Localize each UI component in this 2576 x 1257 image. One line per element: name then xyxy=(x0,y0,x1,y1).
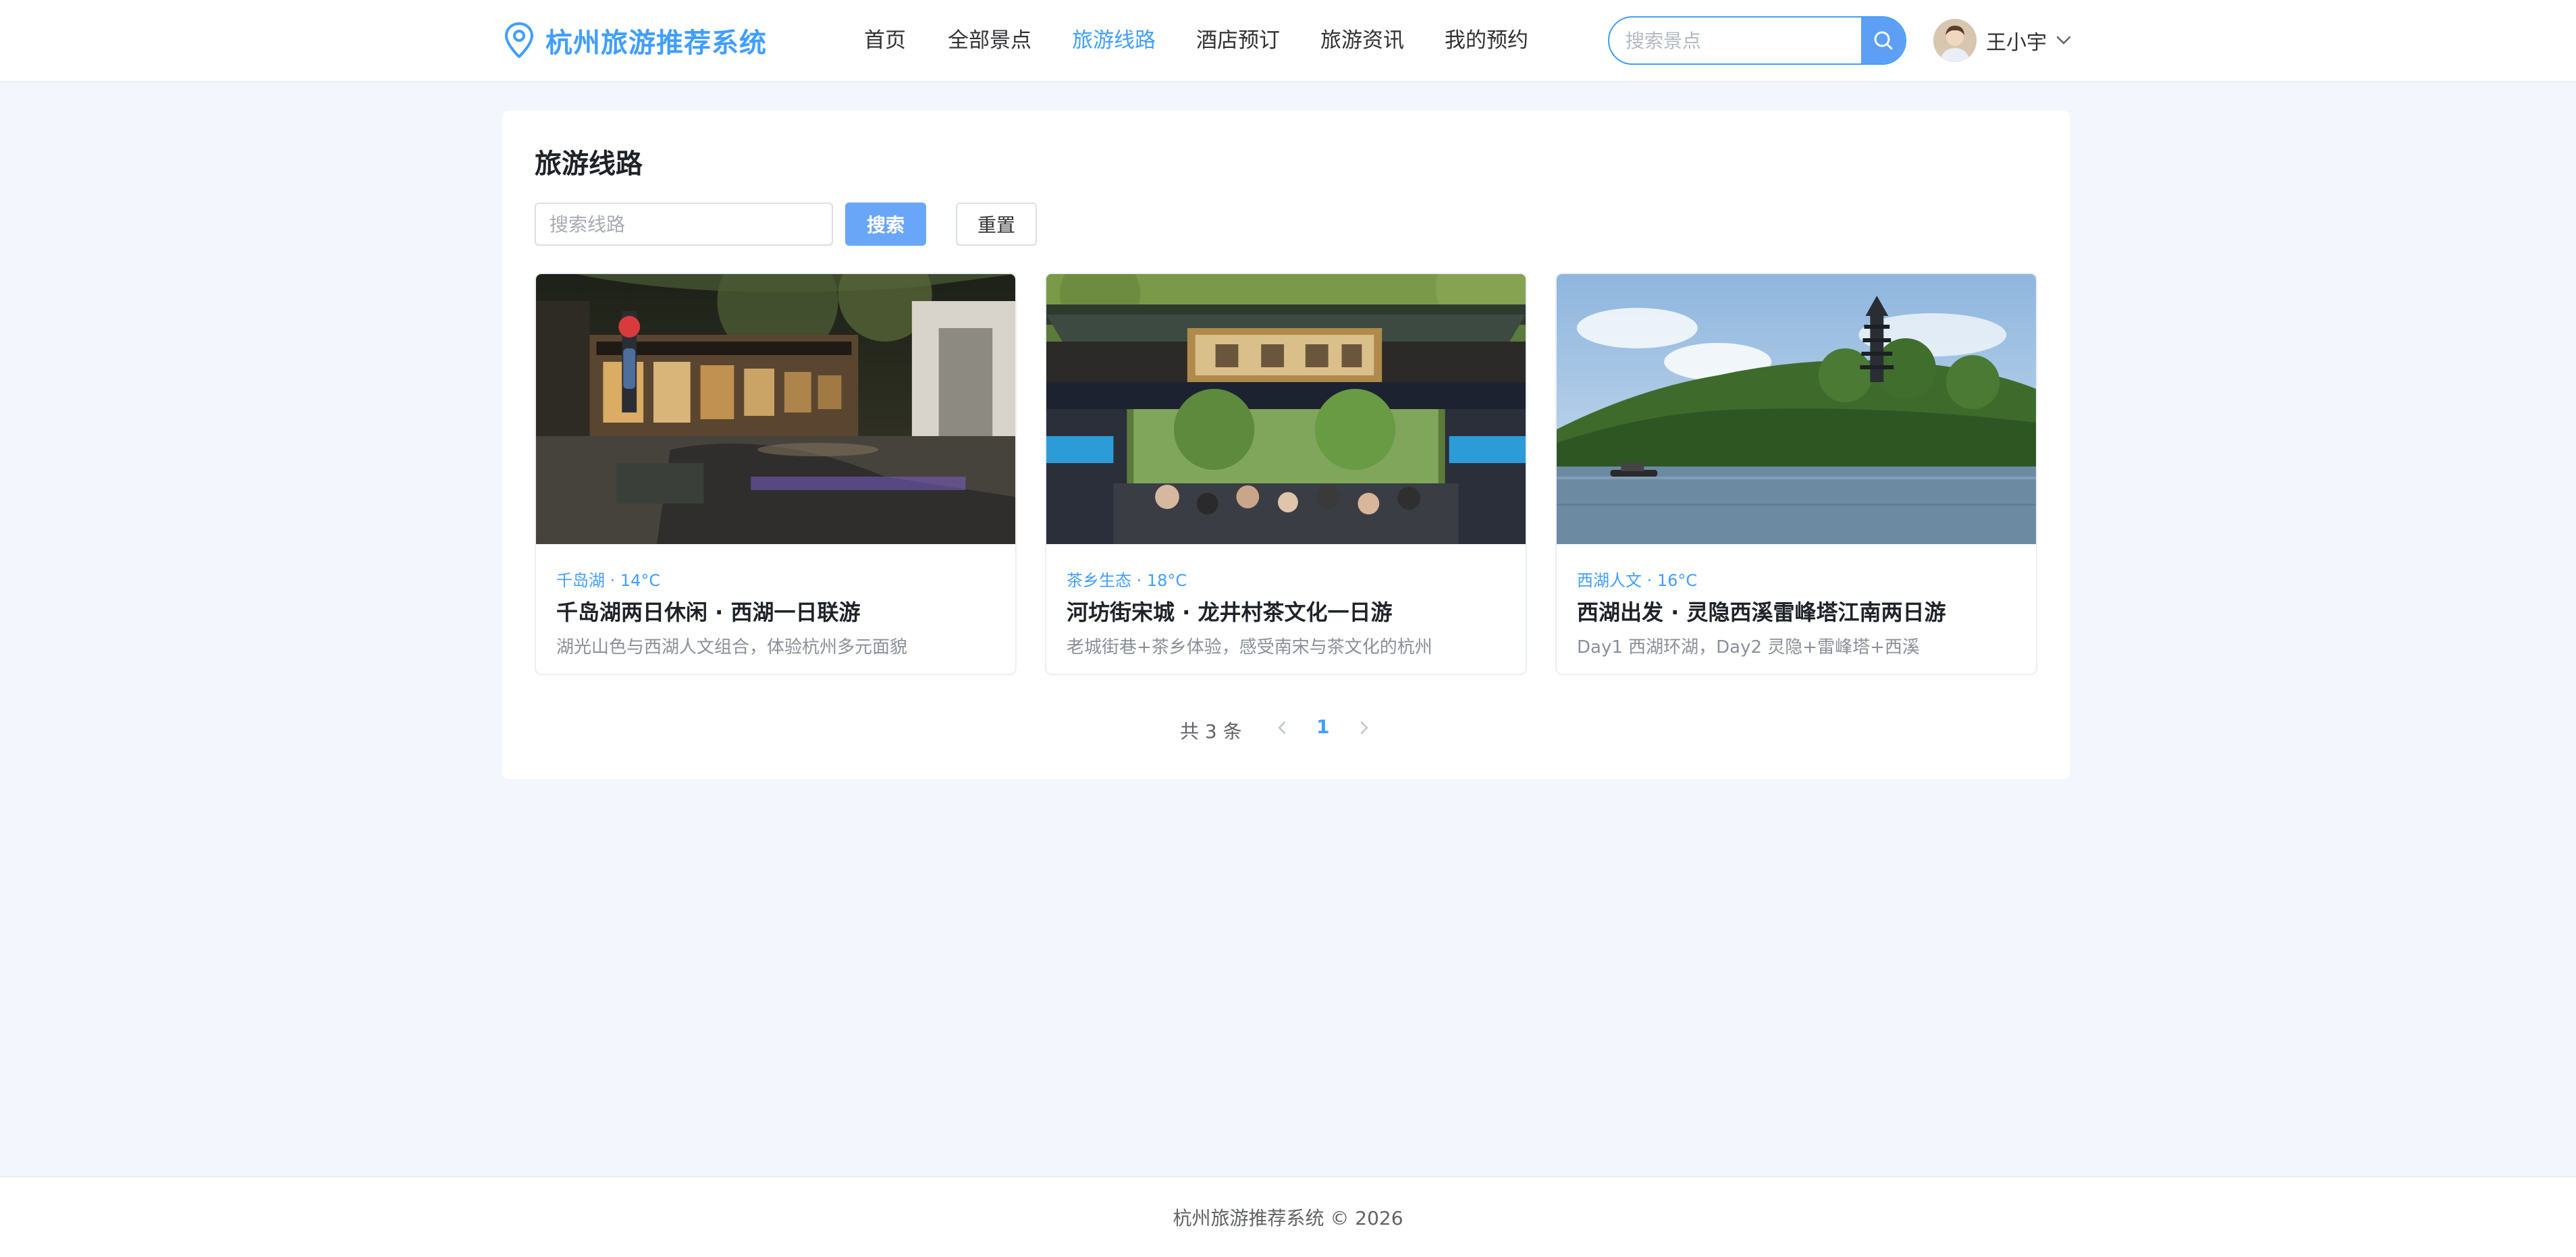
route-card-desc: 湖光山色与西湖人文组合，体验杭州多元面貌 xyxy=(556,637,908,658)
user-name: 王小宇 xyxy=(1986,31,2047,55)
routes-panel: 旅游线路 搜索 重置 xyxy=(502,111,2070,779)
route-card[interactable]: 茶乡生态 · 18°C 河坊街宋城 · 龙井村茶文化一日游 老城街巷+茶乡体验，… xyxy=(1045,273,1527,675)
nav-home[interactable]: 首页 xyxy=(864,23,906,58)
chevron-down-icon xyxy=(2056,36,2071,45)
top-header: 杭州旅游推荐系统 首页 全部景点 旅游线路 酒店预订 旅游资讯 我的预约 王小宇 xyxy=(0,0,2576,82)
nav-all-attractions[interactable]: 全部景点 xyxy=(948,23,1031,58)
route-card-image xyxy=(1046,274,1526,544)
route-card[interactable]: 西湖人文 · 16°C 西湖出发 · 灵隐西溪雷峰塔江南两日游 Day1 西湖环… xyxy=(1555,273,2037,675)
nav-travel-routes[interactable]: 旅游线路 xyxy=(1072,23,1156,58)
page-title: 旅游线路 xyxy=(535,149,643,180)
nav-hotel-booking[interactable]: 酒店预订 xyxy=(1196,23,1280,58)
chevron-right-icon[interactable] xyxy=(1351,716,1376,740)
route-card-title: 河坊街宋城 · 龙井村茶文化一日游 xyxy=(1067,599,1393,625)
pagination-total: 共 3 条 xyxy=(1180,720,1242,743)
chevron-left-icon[interactable] xyxy=(1270,716,1295,740)
route-card-title: 千岛湖两日休闲 · 西湖一日联游 xyxy=(556,599,861,625)
route-reset-button[interactable]: 重置 xyxy=(956,203,1037,246)
route-card[interactable]: 千岛湖 · 14°C 千岛湖两日休闲 · 西湖一日联游 湖光山色与西湖人文组合，… xyxy=(535,273,1017,675)
footer-copyright: 杭州旅游推荐系统 © 2026 xyxy=(1173,1207,1403,1229)
user-menu[interactable]: 王小宇 xyxy=(1933,19,2071,62)
route-card-image xyxy=(536,274,1015,544)
route-search-button[interactable]: 搜索 xyxy=(845,203,926,246)
footer: 杭州旅游推荐系统 © 2026 xyxy=(0,1176,2576,1257)
pagination-page-current[interactable]: 1 xyxy=(1316,716,1329,738)
avatar xyxy=(1933,19,1977,62)
route-search-input[interactable] xyxy=(535,203,833,246)
pagination: 共 3 条 1 xyxy=(502,712,2070,745)
attraction-search-input[interactable] xyxy=(1609,18,1861,63)
route-card-tag: 千岛湖 · 14°C xyxy=(556,571,661,590)
nav-travel-news[interactable]: 旅游资讯 xyxy=(1320,23,1404,58)
attraction-search-button[interactable] xyxy=(1861,18,1905,63)
search-icon xyxy=(1874,31,1892,50)
route-card-image xyxy=(1557,274,2036,544)
route-card-desc: Day1 西湖环湖，Day2 灵隐+雷峰塔+西溪 xyxy=(1577,637,1920,658)
site-title: 杭州旅游推荐系统 xyxy=(545,28,767,59)
route-card-tag: 茶乡生态 · 18°C xyxy=(1067,571,1187,590)
attraction-search xyxy=(1608,16,1906,65)
main-nav: 首页 全部景点 旅游线路 酒店预订 旅游资讯 我的预约 xyxy=(864,23,1528,58)
route-card-tag: 西湖人文 · 16°C xyxy=(1577,571,1698,590)
site-logo[interactable]: 杭州旅游推荐系统 xyxy=(504,22,767,59)
route-card-title: 西湖出发 · 灵隐西溪雷峰塔江南两日游 xyxy=(1577,599,1946,625)
location-pin-icon xyxy=(505,22,533,58)
nav-my-reservations[interactable]: 我的预约 xyxy=(1445,23,1528,58)
route-card-desc: 老城街巷+茶乡体验，感受南宋与茶文化的杭州 xyxy=(1067,637,1432,658)
